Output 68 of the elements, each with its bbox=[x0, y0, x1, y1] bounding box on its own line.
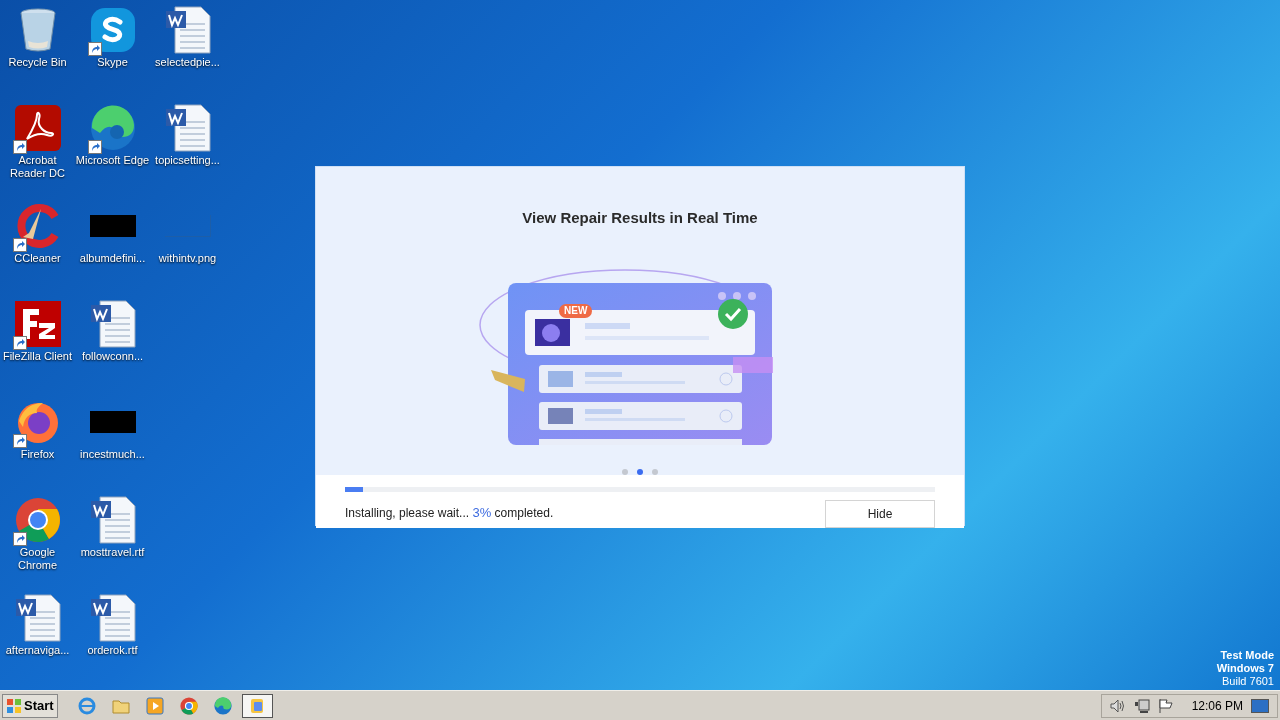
desktop-icon-label: Skype bbox=[96, 56, 129, 69]
desktop-icon[interactable]: CCleaner bbox=[0, 200, 75, 294]
desktop-icon[interactable]: albumdefini... bbox=[75, 200, 150, 294]
dialog-title: View Repair Results in Real Time bbox=[522, 208, 758, 228]
desktop-icon[interactable]: selectedpie... bbox=[150, 4, 225, 98]
desktop-icon[interactable]: orderok.rtf bbox=[75, 592, 150, 686]
word-document-icon bbox=[14, 594, 61, 642]
desktop-icon-label: topicsetting... bbox=[154, 154, 221, 167]
desktop-icon-label: Google Chrome bbox=[16, 546, 59, 572]
show-desktop-icon[interactable] bbox=[1251, 698, 1269, 713]
desktop-icon-label: Firefox bbox=[19, 448, 56, 461]
word-document-icon bbox=[164, 6, 211, 54]
desktop-icon[interactable]: Recycle Bin bbox=[0, 4, 75, 98]
c-letter-broom-icon bbox=[14, 203, 61, 249]
desktop-icon-label: selectedpie... bbox=[154, 56, 221, 69]
install-status-text: Installing, please wait... 3% completed. bbox=[345, 503, 554, 522]
folder-icon bbox=[112, 697, 131, 714]
os-notice-text: Test Mode bbox=[1220, 649, 1274, 662]
desktop-icon-label: withintv.png bbox=[157, 252, 218, 265]
e-letter-icon bbox=[78, 696, 97, 715]
desktop-icon-label: CCleaner bbox=[13, 252, 62, 265]
desktop-icon-label: afternaviga... bbox=[4, 644, 71, 657]
s-letter-cloud-icon bbox=[90, 8, 135, 52]
hide-button[interactable]: Hide bbox=[825, 499, 935, 528]
desktop-icon[interactable]: topicsetting... bbox=[150, 102, 225, 196]
play-icon bbox=[146, 696, 165, 715]
word-document-icon bbox=[164, 104, 211, 152]
image-thumbnail bbox=[89, 411, 136, 433]
desktop-icon[interactable]: mosttravel.rtf bbox=[75, 494, 150, 588]
os-notice-text: Build 7601 bbox=[1222, 675, 1274, 688]
windows-logo-icon bbox=[6, 697, 22, 714]
desktop-icon-label: incestmuch... bbox=[79, 448, 146, 461]
network-icon[interactable] bbox=[1133, 697, 1150, 714]
os-notice-text: Windows 7 bbox=[1216, 662, 1274, 675]
desktop-icon-label: Recycle Bin bbox=[7, 56, 68, 69]
desktop-icon-label: Acrobat Reader DC bbox=[9, 154, 66, 180]
desktop-icon[interactable]: FileZilla Client bbox=[0, 298, 75, 392]
desktop-icon-label: mosttravel.rtf bbox=[79, 546, 146, 559]
desktop-icon[interactable]: incestmuch... bbox=[75, 396, 150, 490]
taskbar-button[interactable] bbox=[241, 693, 273, 718]
desktop-icon[interactable]: Firefox bbox=[0, 396, 75, 490]
desktop-icon-label: orderok.rtf bbox=[86, 644, 139, 657]
word-document-icon bbox=[89, 594, 136, 642]
desktop-icon-label: albumdefini... bbox=[78, 252, 147, 265]
app-window-icon bbox=[250, 697, 265, 714]
image-thumbnail bbox=[89, 215, 136, 237]
word-document-icon bbox=[89, 300, 136, 348]
desktop-icon[interactable]: Skype bbox=[75, 4, 150, 98]
fz-letters-icon bbox=[14, 301, 61, 347]
edge-wave-icon bbox=[214, 696, 233, 715]
word-document-icon bbox=[89, 496, 136, 544]
desktop-icon[interactable]: Acrobat Reader DC bbox=[0, 102, 75, 196]
desktop-icon-label: Microsoft Edge bbox=[75, 154, 150, 167]
desktop-icon-label: followconn... bbox=[80, 350, 145, 363]
chrome-logo-icon bbox=[14, 497, 61, 543]
desktop-icon[interactable]: Microsoft Edge bbox=[75, 102, 150, 196]
desktop-icon[interactable]: withintv.png bbox=[150, 200, 225, 294]
edge-wave-icon bbox=[89, 105, 136, 151]
start-button[interactable]: Start bbox=[2, 693, 58, 718]
desktop-icon[interactable]: afternaviga... bbox=[0, 592, 75, 686]
pdf-app-icon bbox=[14, 105, 61, 151]
speaker-icon[interactable] bbox=[1109, 698, 1126, 713]
chrome-logo-icon bbox=[180, 696, 199, 715]
desktop-icon[interactable]: Google Chrome bbox=[0, 494, 75, 588]
recycle-bin-icon bbox=[17, 7, 58, 53]
desktop-icon-label: FileZilla Client bbox=[1, 350, 74, 363]
flag-icon[interactable] bbox=[1157, 697, 1174, 714]
desktop-icon[interactable]: followconn... bbox=[75, 298, 150, 392]
